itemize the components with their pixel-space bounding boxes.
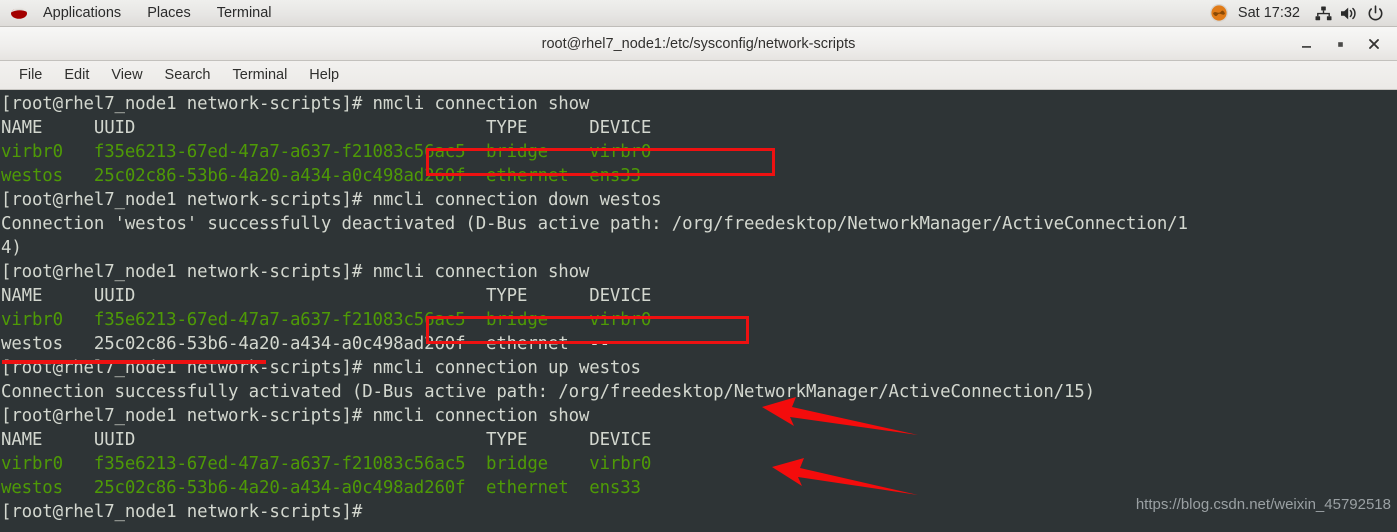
terminal-text-segment: westos 25c02c86-53b6-4a20-a434-a0c498ad2… — [1, 166, 662, 186]
terminal-line: westos 25c02c86-53b6-4a20-a434-a0c498ad2… — [1, 164, 1188, 188]
terminal-line: westos 25c02c86-53b6-4a20-a434-a0c498ad2… — [1, 332, 1188, 356]
terminal-text-segment: [root@rhel7_node1 network-scripts]# nmcl… — [1, 358, 641, 378]
maximize-button[interactable] — [1323, 27, 1357, 61]
panel-menu-places[interactable]: Places — [134, 0, 204, 27]
window-title: root@rhel7_node1:/etc/sysconfig/network-… — [541, 35, 856, 52]
terminal-line: NAME UUID TYPE DEVICE — [1, 284, 1188, 308]
terminal-text-segment: 4) — [1, 238, 22, 258]
close-button[interactable] — [1357, 27, 1391, 61]
terminal-line: NAME UUID TYPE DEVICE — [1, 428, 1188, 452]
panel-menu-applications[interactable]: Applications — [30, 0, 134, 27]
terminal-text-segment: NAME UUID TYPE DEVICE — [1, 430, 662, 450]
terminal-text-segment: virbr0 f35e6213-67ed-47a7-a637-f21083c56… — [1, 310, 662, 330]
network-icon[interactable] — [1310, 0, 1336, 27]
menu-view[interactable]: View — [100, 61, 153, 89]
screen: Applications Places Terminal Sat 17:32 r… — [0, 0, 1397, 532]
terminal-line: [root@rhel7_node1 network-scripts]# nmcl… — [1, 188, 1188, 212]
terminal-text-segment: Connection successfully activated (D-Bus… — [1, 382, 1095, 402]
terminal-line: virbr0 f35e6213-67ed-47a7-a637-f21083c56… — [1, 308, 1188, 332]
menu-search[interactable]: Search — [154, 61, 222, 89]
terminal-text-segment: [root@rhel7_node1 network-scripts]# — [1, 502, 373, 522]
terminal-text-segment: Connection 'westos' successfully deactiv… — [1, 214, 1188, 234]
gnome-top-panel: Applications Places Terminal Sat 17:32 — [0, 0, 1397, 27]
terminal-text-segment: NAME UUID TYPE DEVICE — [1, 118, 662, 138]
volume-icon[interactable] — [1336, 0, 1362, 27]
panel-menu-terminal[interactable]: Terminal — [204, 0, 285, 27]
terminal-text-segment: [root@rhel7_node1 network-scripts]# nmcl… — [1, 190, 662, 210]
terminal-text-segment: virbr0 f35e6213-67ed-47a7-a637-f21083c56… — [1, 454, 662, 474]
terminal-output-area[interactable]: [root@rhel7_node1 network-scripts]# nmcl… — [0, 90, 1397, 531]
terminal-line: [root@rhel7_node1 network-scripts]# nmcl… — [1, 404, 1188, 428]
terminal-line: virbr0 f35e6213-67ed-47a7-a637-f21083c56… — [1, 452, 1188, 476]
terminal-text: [root@rhel7_node1 network-scripts]# nmcl… — [0, 90, 1188, 524]
terminal-text-segment: NAME UUID TYPE DEVICE — [1, 286, 662, 306]
terminal-text-segment: westos 25c02c86-53b6-4a20-a434-a0c498ad2… — [1, 334, 662, 354]
redhat-logo-icon — [8, 0, 30, 27]
menu-help[interactable]: Help — [298, 61, 350, 89]
terminal-line: 4) — [1, 236, 1188, 260]
terminal-app-indicator-icon[interactable] — [1206, 0, 1232, 27]
terminal-line: westos 25c02c86-53b6-4a20-a434-a0c498ad2… — [1, 476, 1188, 500]
terminal-line: virbr0 f35e6213-67ed-47a7-a637-f21083c56… — [1, 140, 1188, 164]
terminal-window: root@rhel7_node1:/etc/sysconfig/network-… — [0, 27, 1397, 532]
power-icon[interactable] — [1362, 0, 1388, 27]
terminal-text-segment: virbr0 f35e6213-67ed-47a7-a637-f21083c56… — [1, 142, 662, 162]
terminal-text-segment: westos 25c02c86-53b6-4a20-a434-a0c498ad2… — [1, 478, 662, 498]
terminal-line: Connection successfully activated (D-Bus… — [1, 380, 1188, 404]
terminal-line: [root@rhel7_node1 network-scripts]# nmcl… — [1, 356, 1188, 380]
minimize-button[interactable] — [1289, 27, 1323, 61]
panel-tray-group: Sat 17:32 — [1206, 0, 1397, 26]
window-menubar: File Edit View Search Terminal Help — [0, 61, 1397, 90]
terminal-line: [root@rhel7_node1 network-scripts]# nmcl… — [1, 260, 1188, 284]
menu-file[interactable]: File — [8, 61, 53, 89]
window-buttons — [1289, 27, 1391, 61]
window-titlebar[interactable]: root@rhel7_node1:/etc/sysconfig/network-… — [0, 27, 1397, 61]
menu-edit[interactable]: Edit — [53, 61, 100, 89]
watermark: https://blog.csdn.net/weixin_45792518 — [1135, 496, 1391, 513]
terminal-text-segment: [root@rhel7_node1 network-scripts]# nmcl… — [1, 262, 590, 282]
panel-clock[interactable]: Sat 17:32 — [1232, 5, 1310, 21]
terminal-line: [root@rhel7_node1 network-scripts]# nmcl… — [1, 92, 1188, 116]
terminal-line: NAME UUID TYPE DEVICE — [1, 116, 1188, 140]
panel-left-group: Applications Places Terminal — [0, 0, 285, 26]
terminal-text-segment: [root@rhel7_node1 network-scripts]# nmcl… — [1, 406, 590, 426]
terminal-line: Connection 'westos' successfully deactiv… — [1, 212, 1188, 236]
terminal-text-segment: [root@rhel7_node1 network-scripts]# nmcl… — [1, 94, 590, 114]
terminal-line: [root@rhel7_node1 network-scripts]# — [1, 500, 1188, 524]
menu-terminal[interactable]: Terminal — [222, 61, 299, 89]
